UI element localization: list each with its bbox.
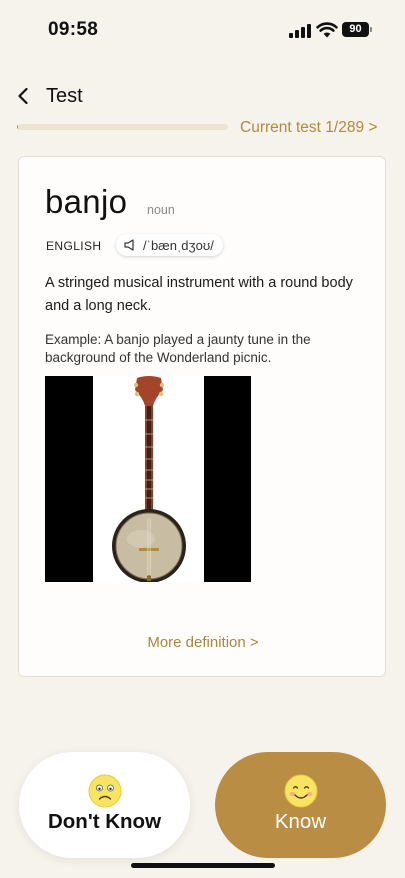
- definition-text: A stringed musical instrument with a rou…: [45, 275, 353, 314]
- home-indicator[interactable]: [131, 863, 275, 868]
- banjo-illustration: [112, 376, 186, 582]
- current-test-link[interactable]: Current test 1/289 >: [240, 119, 377, 137]
- wifi-icon: [316, 22, 338, 38]
- battery-level: 90: [342, 22, 369, 37]
- progress-bar: [17, 124, 228, 130]
- example-text: Example: A banjo played a jaunty tune in…: [45, 332, 311, 365]
- smiley-face-icon: [284, 774, 317, 808]
- dont-know-button[interactable]: Don't Know: [19, 752, 190, 858]
- dont-know-label: Don't Know: [47, 810, 162, 833]
- part-of-speech: noun: [147, 203, 175, 217]
- know-button[interactable]: Know: [215, 752, 386, 858]
- word-title: banjo: [45, 183, 128, 220]
- status-bar: 09:58 90: [0, 0, 405, 60]
- know-label: Know: [274, 810, 327, 833]
- sad-face-icon: [88, 774, 121, 808]
- chevron-left-icon[interactable]: [14, 85, 34, 107]
- battery-icon: 90: [342, 22, 372, 37]
- pronunciation-button[interactable]: /ˈbænˌdʒoʊ/: [116, 234, 223, 256]
- pronunciation-text: /ˈbænˌdʒoʊ/: [143, 237, 214, 253]
- word-image: [45, 376, 251, 582]
- signal-icon: [289, 24, 311, 38]
- more-definition-link[interactable]: More definition >: [19, 634, 387, 651]
- status-time: 09:58: [48, 19, 99, 40]
- page-title: Test: [46, 85, 83, 107]
- speaker-icon: [124, 239, 134, 251]
- language-label: ENGLISH: [46, 239, 102, 253]
- word-card: banjo noun ENGLISH /ˈbænˌdʒoʊ/ A stringe…: [18, 156, 386, 677]
- progress-fill: [17, 124, 18, 130]
